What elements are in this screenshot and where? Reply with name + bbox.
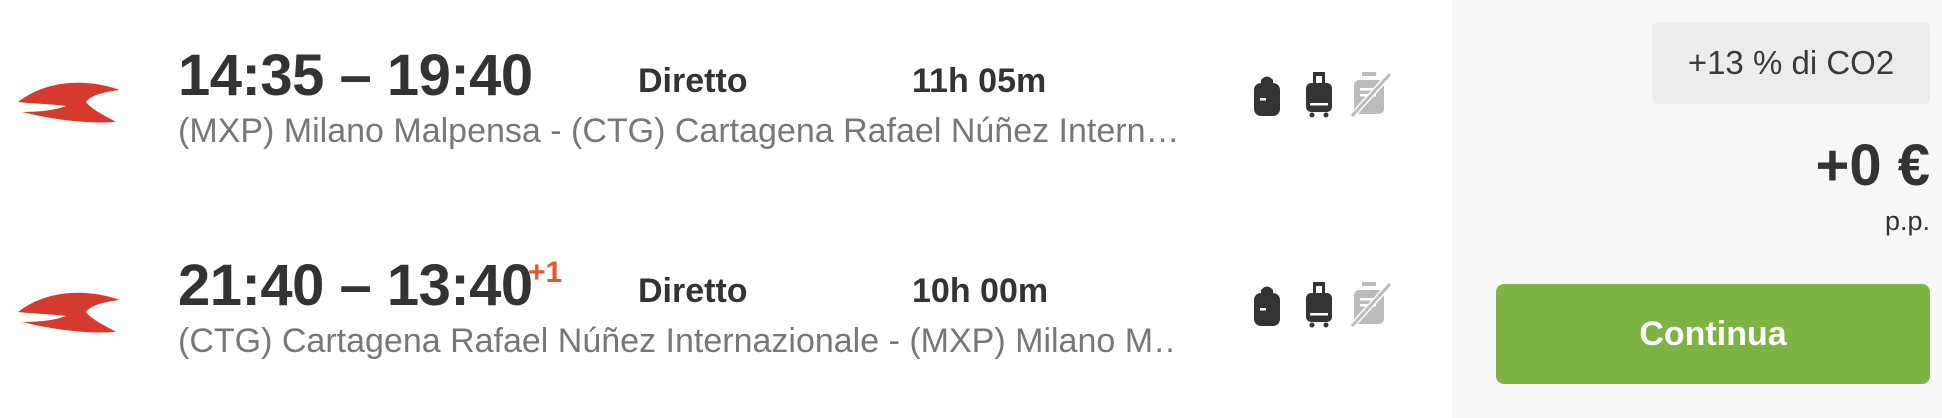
flight-leg-return[interactable]: 21:40 – 13:40 +1 Diretto 10h 00m (CTG) C…	[0, 238, 1452, 388]
route-label: (CTG) Cartagena Rafael Núñez Internazion…	[178, 322, 1178, 360]
flight-leg-outbound[interactable]: 14:35 – 19:40 Diretto 11h 05m (MXP) Mila…	[0, 28, 1452, 178]
duration-label: 10h 00m	[912, 272, 1049, 310]
flight-times: 21:40 – 13:40	[178, 253, 533, 318]
flight-legs-panel: 14:35 – 19:40 Diretto 11h 05m (MXP) Mila…	[0, 0, 1452, 418]
duration-label: 11h 05m	[912, 62, 1047, 100]
route-label: (MXP) Milano Malpensa - (CTG) Cartagena …	[178, 112, 1178, 150]
flight-times: 14:35 – 19:40	[178, 43, 533, 108]
airline-logo-icon	[18, 82, 120, 123]
per-person-label: p.p.	[1884, 206, 1930, 236]
personal-item-icon	[1254, 286, 1280, 326]
carry-on-icon	[1306, 282, 1332, 328]
day-offset-badge: +1	[528, 256, 563, 289]
continue-button[interactable]: Continua	[1496, 284, 1930, 384]
stops-label: Diretto	[638, 272, 748, 310]
price-label: +0 €	[1815, 133, 1931, 198]
stops-label: Diretto	[638, 62, 748, 100]
personal-item-icon	[1254, 76, 1280, 116]
co2-badge: +13 % di CO2	[1652, 22, 1930, 104]
no-checked-bag-icon	[1349, 71, 1393, 118]
airline-logo-icon	[18, 292, 120, 333]
no-checked-bag-icon	[1349, 281, 1393, 328]
carry-on-icon	[1306, 72, 1332, 118]
